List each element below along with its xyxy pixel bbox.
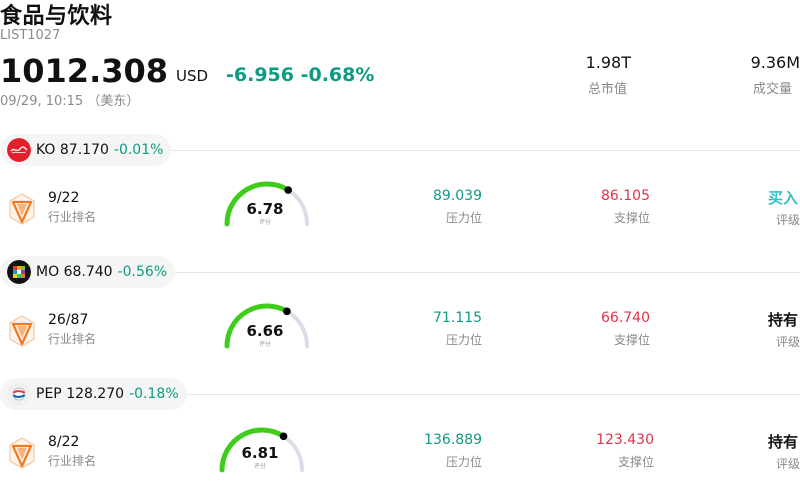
market-cap-label: 总市值	[587, 82, 627, 97]
industry-rank-icon	[9, 315, 35, 347]
stock-price: 128.270	[66, 386, 125, 402]
resistance-value: 89.039	[433, 188, 482, 204]
score-label: 评分	[258, 219, 271, 226]
pepsico-logo-icon	[7, 382, 31, 406]
stock-change-pct: -0.18%	[129, 386, 179, 402]
support-label: 支撑位	[613, 333, 650, 347]
gauge-marker	[284, 186, 293, 194]
industry-rank-label: 行业排名	[48, 210, 97, 224]
stock-chip-ko[interactable]: KO 87.170 -0.01%	[0, 134, 172, 166]
stock-price: 87.170	[59, 142, 109, 158]
volume-label: 成交量	[752, 82, 792, 97]
volume-value: 9.36M	[750, 53, 800, 72]
industry-rank-label: 行业排名	[48, 332, 97, 346]
resistance-label: 压力位	[445, 211, 482, 225]
industry-rank-value: 8/22	[48, 434, 80, 450]
score-label: 评分	[253, 463, 266, 470]
rating-value[interactable]: 持有	[768, 309, 798, 330]
score-value: 6.66	[246, 322, 284, 340]
stock-change-pct: -0.01%	[113, 142, 164, 158]
stock-change-pct: -0.56%	[117, 264, 168, 280]
support-label: 支撑位	[617, 455, 654, 469]
stock-chip-pep[interactable]: PEP 128.270 -0.18%	[0, 378, 187, 410]
industry-rank-label: 行业排名	[48, 454, 97, 468]
score-label: 评分	[258, 341, 271, 348]
resistance-value: 136.889	[424, 432, 482, 448]
resistance-label: 压力位	[445, 333, 482, 347]
support-value: 86.105	[601, 188, 650, 204]
coca-cola-logo-icon	[7, 138, 31, 162]
market-cap-value: 1.98T	[585, 53, 631, 72]
resistance-label: 压力位	[445, 455, 482, 469]
score-value: 6.78	[246, 200, 284, 218]
gauge-marker	[279, 432, 288, 441]
price-change: -6.956 -0.68%	[226, 64, 375, 86]
support-value: 66.740	[601, 310, 650, 326]
rating-label: 评级	[776, 213, 800, 227]
stock-chip-mo[interactable]: MO 68.740 -0.56%	[0, 256, 176, 288]
gauge-marker	[283, 307, 291, 316]
rating-label: 评级	[776, 335, 800, 349]
rating-value[interactable]: 持有	[768, 431, 798, 452]
page-title: 食品与饮料	[0, 4, 113, 29]
industry-rank-icon	[9, 437, 35, 469]
industry-rank-value: 9/22	[48, 190, 80, 206]
stock-ticker: PEP	[36, 386, 62, 402]
score-value: 6.81	[241, 444, 279, 462]
resistance-value: 71.115	[433, 310, 482, 326]
stock-ticker: MO	[36, 264, 60, 280]
currency-unit: USD	[176, 67, 209, 85]
rating-value[interactable]: 买入	[768, 187, 798, 208]
altria-logo-icon	[7, 260, 31, 284]
industry-rank-value: 26/87	[48, 312, 89, 328]
stock-price: 68.740	[63, 264, 113, 280]
industry-rank-icon	[9, 193, 35, 225]
stock-ticker: KO	[36, 142, 56, 158]
support-value: 123.430	[596, 432, 654, 448]
index-price: 1012.308	[0, 52, 169, 90]
list-code: LIST1027	[0, 28, 61, 43]
rating-label: 评级	[776, 457, 800, 471]
quote-time: 09/29, 10:15 （美东）	[0, 94, 140, 109]
support-label: 支撑位	[613, 211, 650, 225]
